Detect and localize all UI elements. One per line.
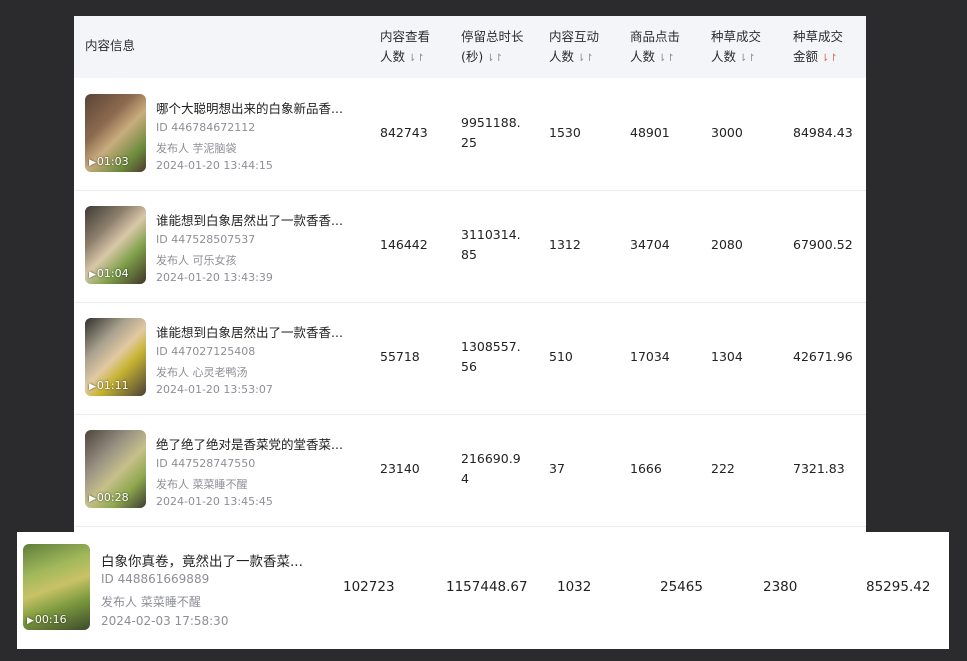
publish-time: 2024-01-20 13:53:07 [156, 383, 273, 396]
header-buyers[interactable]: 种草成交 人数 ⇂↾ [711, 27, 761, 69]
sort-icon-active[interactable]: ⇂↾ [821, 53, 838, 64]
clicks-value: 17034 [630, 349, 670, 364]
video-thumbnail[interactable]: ▶01:04 [85, 206, 146, 284]
views-value: 102723 [343, 579, 395, 595]
sort-icon[interactable]: ⇂↾ [658, 53, 675, 64]
header-content-info: 内容信息 [85, 38, 136, 53]
dwell-value: 3110314. 85 [461, 227, 521, 262]
video-thumbnail[interactable]: ▶01:11 [85, 318, 146, 396]
header-views[interactable]: 内容查看 人数 ⇂↾ [380, 27, 430, 69]
amount-value: 85295.42 [866, 579, 931, 595]
sort-icon[interactable]: ⇂↾ [577, 53, 594, 64]
views-value: 146442 [380, 237, 428, 252]
publisher: 发布人 菜菜睡不醒 [156, 478, 248, 491]
content-title[interactable]: 谁能想到白象居然出了一款香香... [156, 210, 343, 229]
publish-time: 2024-01-20 13:43:39 [156, 271, 273, 284]
views-value: 23140 [380, 461, 420, 476]
content-title[interactable]: 哪个大聪明想出来的白象新品香... [156, 98, 343, 117]
play-icon: ▶ [89, 494, 96, 504]
clicks-value: 34704 [630, 237, 670, 252]
views-value: 55718 [380, 349, 420, 364]
interactions-value: 1032 [557, 579, 592, 595]
header-amount[interactable]: 种草成交 金额 ⇂↾ [793, 27, 843, 69]
header-interactions[interactable]: 内容互动 人数 ⇂↾ [549, 27, 599, 69]
header-dwell-time[interactable]: 停留总时长 (秒) ⇂↾ [461, 27, 524, 69]
video-thumbnail[interactable]: ▶01:03 [85, 94, 146, 172]
content-id: ID 448861669889 [101, 572, 210, 586]
content-title[interactable]: 谁能想到白象居然出了一款香香... [156, 322, 343, 341]
interactions-value: 1312 [549, 237, 581, 252]
publish-time: 2024-01-20 13:45:45 [156, 495, 273, 508]
interactions-value: 510 [549, 349, 573, 364]
header-product-clicks[interactable]: 商品点击 人数 ⇂↾ [630, 27, 680, 69]
buyers-value: 222 [711, 461, 735, 476]
table-row[interactable]: ▶01:03 哪个大聪明想出来的白象新品香... ID 446784672112… [74, 78, 866, 191]
interactions-value: 1530 [549, 125, 581, 140]
highlighted-table-row[interactable]: ▶00:16 白象你真卷，竟然出了一款香菜... ID 448861669889… [17, 532, 949, 649]
buyers-value: 1304 [711, 349, 743, 364]
publish-time: 2024-01-20 13:44:15 [156, 159, 273, 172]
clicks-value: 48901 [630, 125, 670, 140]
sort-icon[interactable]: ⇂↾ [739, 53, 756, 64]
content-id: ID 446784672112 [156, 121, 256, 134]
content-id: ID 447528747550 [156, 457, 256, 470]
video-thumbnail[interactable]: ▶00:16 [23, 544, 90, 630]
play-icon: ▶ [89, 270, 96, 280]
play-icon: ▶ [89, 382, 96, 392]
table-row[interactable]: ▶00:28 绝了绝了绝对是香菜党的堂香菜... ID 447528747550… [74, 414, 866, 527]
dwell-value: 1308557. 56 [461, 339, 521, 374]
publish-time: 2024-02-03 17:58:30 [101, 614, 229, 628]
table-header: 内容信息 内容查看 人数 ⇂↾ 停留总时长 (秒) ⇂↾ 内容互动 人数 ⇂↾ 商品点… [74, 16, 866, 78]
clicks-value: 1666 [630, 461, 662, 476]
publisher: 发布人 可乐女孩 [156, 254, 237, 267]
dwell-value: 1157448.67 [446, 579, 528, 595]
views-value: 842743 [380, 125, 428, 140]
video-thumbnail[interactable]: ▶00:28 [85, 430, 146, 508]
publisher: 发布人 心灵老鸭汤 [156, 366, 248, 379]
amount-value: 7321.83 [793, 461, 845, 476]
table-row[interactable]: ▶01:04 谁能想到白象居然出了一款香香... ID 447528507537… [74, 190, 866, 303]
content-title[interactable]: 绝了绝了绝对是香菜党的堂香菜... [156, 434, 343, 453]
play-icon: ▶ [89, 158, 96, 168]
buyers-value: 3000 [711, 125, 743, 140]
amount-value: 42671.96 [793, 349, 853, 364]
amount-value: 67900.52 [793, 237, 853, 252]
publisher: 发布人 菜菜睡不醒 [101, 595, 201, 609]
amount-value: 84984.43 [793, 125, 853, 140]
sort-icon[interactable]: ⇂↾ [486, 53, 503, 64]
content-data-table: 内容信息 内容查看 人数 ⇂↾ 停留总时长 (秒) ⇂↾ 内容互动 人数 ⇂↾ 商品点… [74, 16, 866, 536]
interactions-value: 37 [549, 461, 565, 476]
buyers-value: 2080 [711, 237, 743, 252]
dwell-value: 9951188. 25 [461, 115, 521, 150]
table-row[interactable]: ▶01:11 谁能想到白象居然出了一款香香... ID 447027125408… [74, 302, 866, 415]
dwell-value: 216690.9 4 [461, 451, 521, 486]
content-id: ID 447528507537 [156, 233, 256, 246]
content-title[interactable]: 白象你真卷，竟然出了一款香菜... [101, 550, 303, 570]
clicks-value: 25465 [660, 579, 703, 595]
publisher: 发布人 芋泥脑袋 [156, 142, 237, 155]
play-icon: ▶ [27, 616, 34, 626]
sort-icon[interactable]: ⇂↾ [408, 53, 425, 64]
buyers-value: 2380 [763, 579, 798, 595]
content-id: ID 447027125408 [156, 345, 256, 358]
